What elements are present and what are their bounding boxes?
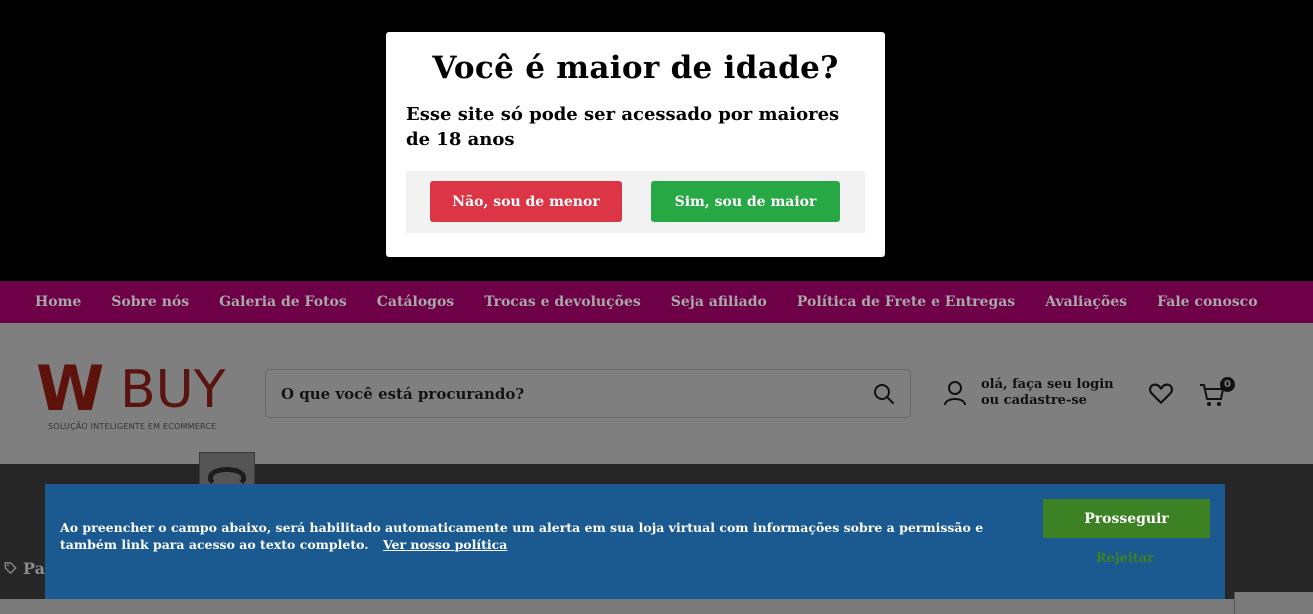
underage-button[interactable]: Não, sou de menor bbox=[430, 181, 622, 222]
nav-item-fale-conosco[interactable]: Fale conosco bbox=[1157, 294, 1257, 310]
tag-icon bbox=[4, 562, 17, 575]
age-verification-modal: Você é maior de idade? Esse site só pode… bbox=[386, 32, 885, 257]
logo-mark: W bbox=[36, 352, 104, 425]
proceed-button[interactable]: Prosseguir bbox=[1043, 499, 1210, 538]
cookie-text-block: Ao preencher o campo abaixo, será habili… bbox=[60, 519, 1010, 553]
site-header: W BUY SOLUÇÃO INTELIGENTE EM ECOMMERCE o… bbox=[0, 323, 1313, 464]
nav-item-sobre[interactable]: Sobre nós bbox=[111, 294, 189, 310]
search-input[interactable] bbox=[281, 384, 841, 403]
modal-message: Esse site só pode ser acessado por maior… bbox=[406, 104, 840, 150]
side-tag-label: Pa bbox=[23, 558, 45, 578]
user-icon bbox=[944, 381, 966, 406]
nav-item-trocas[interactable]: Trocas e devoluções bbox=[484, 294, 641, 310]
modal-actions: Não, sou de menor Sim, sou de maior bbox=[406, 171, 865, 233]
search-box bbox=[265, 369, 911, 418]
logo-tagline: SOLUÇÃO INTELIGENTE EM ECOMMERCE bbox=[48, 422, 217, 431]
nav-item-home[interactable]: Home bbox=[35, 294, 81, 310]
bottom-strip bbox=[0, 599, 1313, 614]
modal-title: Você é maior de idade? bbox=[432, 50, 839, 86]
nav-item-catalogos[interactable]: Catálogos bbox=[377, 294, 454, 310]
privacy-policy-link[interactable]: Ver nosso política bbox=[383, 537, 507, 552]
adult-button[interactable]: Sim, sou de maior bbox=[651, 181, 840, 222]
account-link[interactable]: olá, faça seu login ou cadastre-se bbox=[943, 377, 1121, 409]
main-nav: Home Sobre nós Galeria de Fotos Catálogo… bbox=[0, 281, 1313, 323]
search-icon[interactable] bbox=[872, 382, 896, 406]
logo-wordmark: BUY bbox=[120, 360, 226, 420]
nav-item-afiliado[interactable]: Seja afiliado bbox=[671, 294, 767, 310]
cookie-message: Ao preencher o campo abaixo, será habili… bbox=[60, 520, 984, 552]
nav-item-avaliacoes[interactable]: Avaliações bbox=[1045, 294, 1127, 310]
right-strip bbox=[1234, 592, 1313, 614]
side-tag[interactable]: Pa bbox=[0, 543, 45, 593]
heart-icon[interactable] bbox=[1148, 380, 1174, 406]
account-label: olá, faça seu login ou cadastre-se bbox=[981, 377, 1114, 408]
reject-button[interactable]: Rejeitar bbox=[1085, 548, 1165, 568]
nav-item-frete[interactable]: Política de Frete e Entregas bbox=[797, 294, 1015, 310]
nav-item-galeria[interactable]: Galeria de Fotos bbox=[219, 294, 347, 310]
cart-count-badge: 0 bbox=[1220, 377, 1235, 392]
logo[interactable]: W BUY SOLUÇÃO INTELIGENTE EM ECOMMERCE bbox=[36, 358, 236, 433]
cookie-banner: Ao preencher o campo abaixo, será habili… bbox=[45, 484, 1225, 599]
